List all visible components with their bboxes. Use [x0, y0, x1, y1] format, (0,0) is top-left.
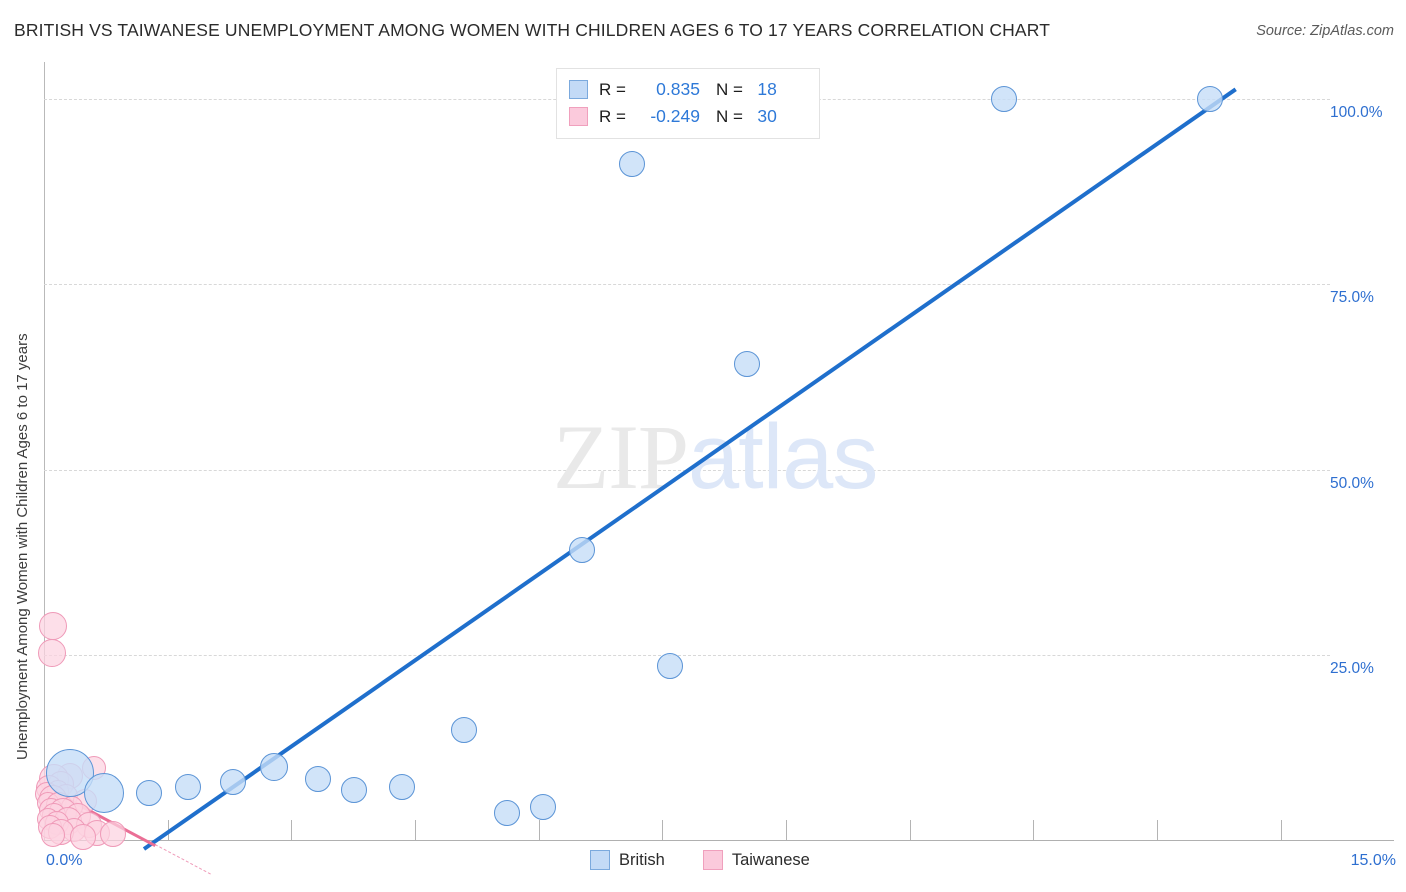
x-axis-tick [1033, 820, 1035, 840]
stats-swatch-taiwanese [569, 107, 588, 126]
stats-n-label-taiwanese: N = [715, 106, 743, 126]
stats-n-label-british: N = [715, 79, 743, 99]
stats-r-label-taiwanese: R = [599, 106, 626, 126]
data-point-british[interactable] [493, 800, 520, 827]
x-axis-min-label: 0.0% [46, 852, 83, 869]
stats-row-british: R = 0.835 N = 18 [569, 76, 809, 103]
data-point-british[interactable] [569, 536, 596, 563]
legend-swatch-taiwanese [702, 850, 723, 870]
stats-row-taiwanese: R = -0.249 N = 30 [569, 103, 809, 130]
data-point-british[interactable] [305, 766, 332, 793]
stats-r-value-british: 0.835 [656, 79, 700, 99]
x-axis-tick [785, 820, 787, 840]
watermark-zip: ZIP [553, 406, 689, 508]
data-point-taiwanese[interactable] [38, 611, 67, 640]
data-point-british[interactable] [451, 717, 478, 744]
gridline [44, 654, 1330, 656]
data-point-british[interactable] [84, 773, 124, 814]
legend-item-taiwanese[interactable]: Taiwanese [702, 850, 810, 870]
data-point-british[interactable] [219, 769, 246, 796]
data-point-taiwanese[interactable] [99, 821, 126, 848]
data-point-taiwanese[interactable] [37, 639, 66, 668]
y-axis-title-wrap: Unemployment Among Women with Children A… [14, 333, 31, 761]
data-point-british[interactable] [341, 777, 368, 804]
stats-n-value-taiwanese: 30 [757, 106, 777, 126]
chart-page: BRITISH VS TAIWANESE UNEMPLOYMENT AMONG … [0, 0, 1406, 892]
stats-r-value-taiwanese: -0.249 [650, 106, 700, 126]
legend-item-british[interactable]: British [590, 850, 665, 870]
data-point-taiwanese[interactable] [69, 824, 96, 851]
legend-label-taiwanese: Taiwanese [731, 850, 810, 869]
data-point-british[interactable] [991, 86, 1018, 113]
x-axis-tick [662, 820, 664, 840]
data-point-british[interactable] [619, 150, 646, 177]
page-title: BRITISH VS TAIWANESE UNEMPLOYMENT AMONG … [14, 20, 1051, 40]
x-axis-max-label: 15.0% [1350, 852, 1396, 869]
correlation-stats-box: R = 0.835 N = 18 R = -0.249 N = 30 [556, 68, 820, 139]
watermark-atlas: atlas [688, 406, 878, 508]
watermark: ZIPatlas [553, 404, 878, 510]
data-point-british[interactable] [1196, 86, 1223, 113]
y-axis-tick-label: 75.0% [1330, 289, 1374, 307]
stats-r-label-british: R = [599, 79, 626, 99]
data-point-british[interactable] [388, 774, 415, 801]
plot-area: ZIPatlas [35, 62, 1330, 876]
data-point-british[interactable] [175, 773, 202, 800]
legend-label-british: British [619, 850, 665, 869]
y-axis-title: Unemployment Among Women with Children A… [14, 333, 31, 760]
data-point-british[interactable] [529, 793, 556, 820]
data-point-british[interactable] [734, 350, 760, 377]
x-axis-tick [291, 820, 293, 840]
x-axis-tick [414, 820, 416, 840]
plot-bottom-axis [44, 840, 1394, 841]
x-axis-tick [1156, 820, 1158, 840]
trendline-taiwanese-extrapolated [155, 844, 212, 876]
series-legend: British Taiwanese [590, 850, 838, 870]
stats-n-value-british: 18 [757, 79, 777, 99]
data-point-british[interactable] [656, 652, 683, 679]
y-axis-tick-label: 25.0% [1330, 659, 1374, 677]
legend-swatch-british [590, 850, 610, 870]
data-point-british[interactable] [135, 779, 162, 806]
x-axis-tick [1280, 820, 1282, 840]
data-point-taiwanese[interactable] [40, 822, 65, 847]
data-point-british[interactable] [259, 753, 288, 782]
source-note: Source: ZipAtlas.com [1256, 23, 1394, 39]
gridline [44, 284, 1330, 286]
stats-swatch-british [569, 80, 588, 99]
x-axis-tick [538, 820, 540, 840]
x-axis-tick [909, 820, 911, 840]
y-axis-tick-label: 100.0% [1330, 104, 1383, 122]
y-axis-tick-label: 50.0% [1330, 474, 1374, 492]
